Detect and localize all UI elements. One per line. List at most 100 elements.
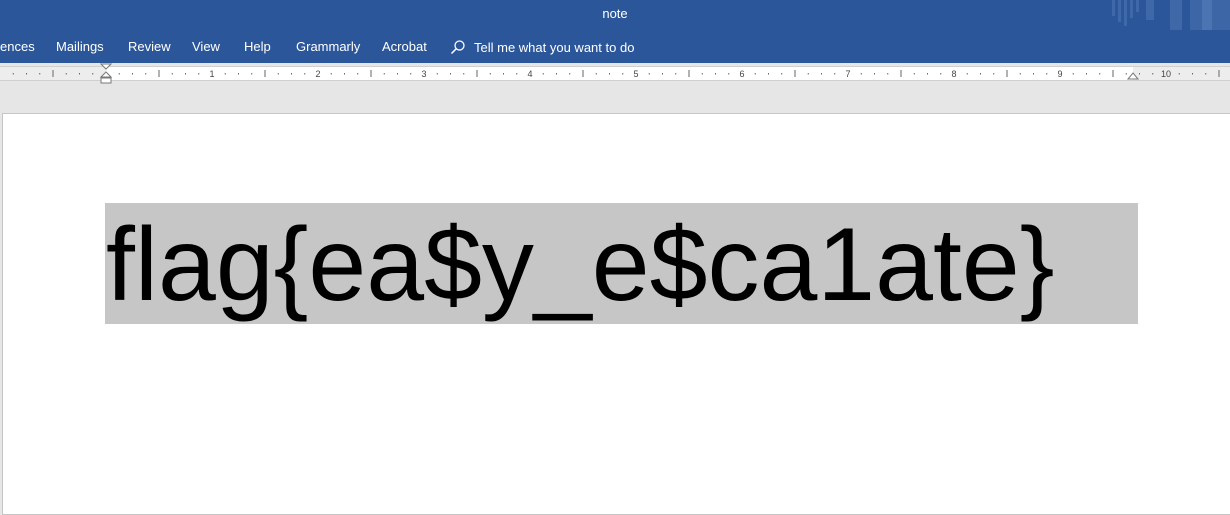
ruler-minor-tick	[118, 73, 120, 75]
tab-view[interactable]: View	[192, 39, 220, 54]
ruler-minor-tick	[410, 73, 412, 75]
ruler-minor-tick	[1152, 73, 1154, 75]
ruler-minor-tick	[754, 73, 756, 75]
ruler-minor-tick	[65, 73, 67, 75]
ruler-minor-tick	[436, 73, 438, 75]
ruler-number: 9	[1057, 69, 1062, 79]
ruler-minor-tick	[940, 73, 942, 75]
ruler-minor-tick	[887, 73, 889, 75]
ruler-minor-tick	[556, 73, 557, 75]
tab-help[interactable]: Help	[244, 39, 271, 54]
document-text[interactable]: flag{ea$y_e$ca1ate}	[106, 211, 1054, 319]
ruler-number: 10	[1161, 69, 1171, 79]
tell-me-box[interactable]: Tell me what you want to do	[450, 38, 634, 56]
ruler-minor-tick	[92, 73, 94, 75]
ruler-minor-tick	[132, 73, 133, 75]
tab-mailings[interactable]: Mailings	[56, 39, 104, 54]
ruler-minor-tick	[291, 73, 292, 75]
ruler-minor-tick	[79, 73, 80, 75]
tab-references[interactable]: ences	[0, 39, 35, 54]
ruler-minor-tick	[781, 73, 783, 75]
ruler-number: 1	[209, 69, 214, 79]
ruler-minor-tick	[198, 73, 200, 75]
ruler-number: 3	[421, 69, 426, 79]
ruler-minor-tick	[595, 73, 597, 75]
ruler-minor-tick	[966, 73, 968, 75]
ruler-minor-tick	[701, 73, 703, 75]
ruler-minor-tick	[330, 73, 332, 75]
ruler-number: 7	[845, 69, 850, 79]
ruler-minor-tick	[768, 73, 769, 75]
tab-grammarly[interactable]: Grammarly	[296, 39, 360, 54]
ruler-ticks	[0, 67, 1230, 80]
ruler-minor-tick	[224, 73, 226, 75]
ruler-minor-tick	[569, 73, 571, 75]
ruler-minor-tick	[344, 73, 345, 75]
ruler-minor-tick	[662, 73, 663, 75]
ruler-minor-tick	[185, 73, 186, 75]
ruler-minor-tick	[1086, 73, 1087, 75]
ruler-minor-tick	[1192, 73, 1193, 75]
ruler-strip: 1 2 3 4 5 6 7 8 9 10	[0, 63, 1230, 85]
tab-review[interactable]: Review	[128, 39, 171, 54]
horizontal-ruler[interactable]: 1 2 3 4 5 6 7 8 9 10	[0, 66, 1230, 81]
ruler-number: 5	[633, 69, 638, 79]
ruler-minor-tick	[1178, 73, 1180, 75]
ruler-minor-tick	[39, 73, 41, 75]
document-area[interactable]: flag{ea$y_e$ca1ate}	[0, 85, 1230, 515]
ruler-minor-tick	[1099, 73, 1101, 75]
ruler-minor-tick	[26, 73, 27, 75]
ruler-minor-tick	[993, 73, 995, 75]
ruler-minor-tick	[1139, 73, 1140, 75]
ruler-minor-tick	[542, 73, 544, 75]
title-bar: note	[0, 0, 1230, 36]
ruler-minor-tick	[516, 73, 518, 75]
right-indent-marker[interactable]	[1127, 66, 1139, 82]
ruler-minor-tick	[277, 73, 279, 75]
ruler-minor-tick	[1205, 73, 1207, 75]
ruler-minor-tick	[145, 73, 147, 75]
ruler-number: 8	[951, 69, 956, 79]
ruler-minor-tick	[874, 73, 875, 75]
ruler-number: 4	[527, 69, 532, 79]
ruler-minor-tick	[251, 73, 253, 75]
ribbon-tab-bar: ences Mailings Review View Help Grammarl…	[0, 30, 1230, 63]
ruler-minor-tick	[913, 73, 915, 75]
ruler-minor-tick	[383, 73, 385, 75]
ruler-minor-tick	[463, 73, 465, 75]
ruler-marks: 1 2 3 4 5 6 7 8 9 10	[0, 67, 1230, 80]
ruler-minor-tick	[171, 73, 173, 75]
ruler-minor-tick	[715, 73, 716, 75]
ruler-right-margin	[1133, 67, 1230, 80]
ruler-labels: 1 2 3 4 5 6 7 8 9 10	[209, 69, 1171, 79]
ruler-minor-tick	[1072, 73, 1074, 75]
ruler-minor-tick	[980, 73, 981, 75]
ruler-minor-tick	[503, 73, 504, 75]
ruler-minor-tick	[648, 73, 650, 75]
ruler-minor-tick	[860, 73, 862, 75]
search-icon	[450, 40, 465, 55]
ruler-minor-tick	[821, 73, 822, 75]
ruler-minor-tick	[728, 73, 730, 75]
first-line-indent-marker[interactable]	[100, 63, 112, 85]
ruler-minor-tick	[397, 73, 398, 75]
ruler-minor-tick	[834, 73, 836, 75]
ruler-minor-tick	[675, 73, 677, 75]
window-title: note	[602, 6, 628, 21]
ruler-number: 2	[315, 69, 320, 79]
ruler-minor-tick	[1033, 73, 1034, 75]
ruler-minor-tick	[304, 73, 306, 75]
ruler-minor-tick	[622, 73, 624, 75]
ruler-minor-tick	[238, 73, 239, 75]
ruler-minor-tick	[609, 73, 610, 75]
ruler-minor-tick	[807, 73, 809, 75]
ruler-minor-tick	[489, 73, 491, 75]
ruler-minor-tick	[357, 73, 359, 75]
ruler-minor-tick	[450, 73, 451, 75]
ruler-minor-tick	[12, 73, 14, 75]
tell-me-label: Tell me what you want to do	[474, 39, 635, 55]
ruler-number: 6	[739, 69, 744, 79]
ruler-minor-tick	[1046, 73, 1048, 75]
tab-acrobat[interactable]: Acrobat	[382, 39, 427, 54]
ruler-minor-tick	[1019, 73, 1021, 75]
